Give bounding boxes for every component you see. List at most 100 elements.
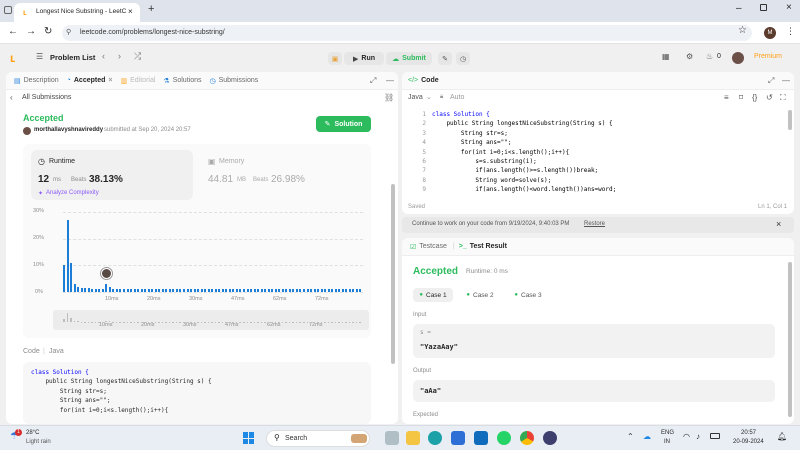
back-chevron-icon[interactable]: ‹ bbox=[10, 93, 13, 102]
runtime-bar[interactable] bbox=[334, 289, 337, 292]
runtime-bar[interactable] bbox=[292, 289, 295, 292]
your-submission-marker[interactable] bbox=[100, 268, 112, 279]
code-editor-area[interactable]: class Solution { public String longestNi… bbox=[432, 110, 782, 195]
runtime-bar[interactable] bbox=[295, 289, 298, 292]
clock-time[interactable]: 20:57 bbox=[741, 430, 756, 436]
forward-arrow-icon[interactable]: → bbox=[26, 26, 36, 37]
minimize-editor-icon[interactable]: — bbox=[782, 76, 790, 85]
runtime-bar[interactable] bbox=[98, 289, 101, 292]
runtime-bar[interactable] bbox=[207, 289, 210, 292]
runtime-bar[interactable] bbox=[281, 289, 284, 292]
mode-label[interactable]: Auto bbox=[450, 94, 464, 101]
runtime-bar[interactable] bbox=[179, 289, 182, 292]
runtime-bar[interactable] bbox=[165, 289, 168, 292]
runtime-bar[interactable] bbox=[144, 289, 147, 292]
minimize-icon[interactable]: – bbox=[736, 3, 742, 14]
timer-button[interactable]: ◷ bbox=[456, 52, 470, 65]
chrome-icon[interactable] bbox=[520, 431, 534, 445]
runtime-bar[interactable] bbox=[161, 289, 164, 292]
file-explorer-icon[interactable] bbox=[406, 431, 420, 445]
reset-icon[interactable]: ↺ bbox=[766, 93, 773, 102]
runtime-bar[interactable] bbox=[257, 289, 260, 292]
bookmark-icon[interactable]: ⌑ bbox=[739, 93, 743, 102]
runtime-bar[interactable] bbox=[285, 289, 288, 292]
tab-submissions[interactable]: ◷ Submissions bbox=[209, 77, 258, 85]
runtime-bar[interactable] bbox=[147, 289, 150, 292]
left-scrollbar[interactable] bbox=[391, 184, 395, 364]
runtime-bar[interactable] bbox=[84, 288, 87, 292]
runtime-bar[interactable] bbox=[87, 288, 90, 292]
all-submissions-link[interactable]: All Submissions bbox=[22, 94, 71, 101]
run-button[interactable]: ▶ Run bbox=[344, 52, 384, 65]
runtime-bar[interactable] bbox=[306, 289, 309, 292]
notification-center-icon[interactable]: 🔔︎ bbox=[777, 432, 787, 441]
runtime-bar[interactable] bbox=[250, 289, 253, 292]
layout-icon[interactable]: ▦ bbox=[662, 52, 670, 61]
edge-browser-icon[interactable] bbox=[428, 431, 442, 445]
runtime-bar[interactable] bbox=[235, 289, 238, 292]
case-tab-3[interactable]: ● Case 3 bbox=[508, 288, 548, 302]
runtime-bar[interactable] bbox=[359, 289, 362, 292]
taskbar-search[interactable]: ⚲ Search bbox=[266, 430, 370, 447]
runtime-bar[interactable] bbox=[331, 289, 334, 292]
app-icon[interactable] bbox=[543, 431, 557, 445]
windows-start-icon[interactable] bbox=[243, 432, 255, 444]
runtime-bar[interactable] bbox=[324, 289, 327, 292]
runtime-bar[interactable] bbox=[77, 286, 80, 292]
runtime-bar[interactable] bbox=[151, 289, 154, 292]
result-scrollbar[interactable] bbox=[788, 262, 792, 417]
mail-icon[interactable] bbox=[474, 431, 488, 445]
analyze-complexity-link[interactable]: Analyze Complexity bbox=[46, 190, 99, 196]
runtime-bar[interactable] bbox=[214, 289, 217, 292]
bookmark-star-icon[interactable]: ☆ bbox=[738, 25, 747, 36]
reload-icon[interactable]: ↻ bbox=[44, 26, 52, 37]
taskview-icon[interactable] bbox=[385, 431, 399, 445]
runtime-bar[interactable] bbox=[158, 289, 161, 292]
runtime-bar[interactable] bbox=[168, 289, 171, 292]
runtime-bar[interactable] bbox=[264, 289, 267, 292]
runtime-bar[interactable] bbox=[243, 289, 245, 292]
language-select[interactable]: Java bbox=[408, 94, 423, 101]
next-problem-icon[interactable]: › bbox=[118, 51, 121, 61]
memory-box[interactable]: ▣ Memory 44.81 MB Beats 26.98% bbox=[201, 150, 363, 200]
runtime-bar[interactable] bbox=[154, 289, 157, 292]
format-icon[interactable]: ≡ bbox=[724, 93, 729, 102]
runtime-bar[interactable] bbox=[341, 289, 344, 292]
battery-icon[interactable] bbox=[710, 433, 720, 439]
runtime-bar[interactable] bbox=[288, 289, 291, 292]
bar-area[interactable] bbox=[63, 212, 363, 293]
runtime-bar[interactable] bbox=[137, 289, 140, 292]
leetcode-logo-icon[interactable]: ʟ bbox=[10, 51, 15, 65]
runtime-bar[interactable] bbox=[200, 289, 203, 292]
whatsapp-icon[interactable] bbox=[497, 431, 511, 445]
runtime-bar[interactable] bbox=[197, 289, 200, 292]
runtime-bar[interactable] bbox=[63, 265, 65, 292]
runtime-bar[interactable] bbox=[66, 220, 69, 292]
tab-actions-icon[interactable] bbox=[4, 6, 12, 14]
runtime-bar[interactable] bbox=[271, 289, 274, 292]
runtime-bar[interactable] bbox=[232, 289, 235, 292]
runtime-bar[interactable] bbox=[303, 289, 305, 292]
user-avatar[interactable] bbox=[732, 52, 744, 64]
runtime-bar[interactable] bbox=[239, 289, 242, 292]
back-arrow-icon[interactable]: ← bbox=[8, 26, 18, 37]
runtime-bar[interactable] bbox=[140, 289, 143, 292]
runtime-bar[interactable] bbox=[355, 289, 358, 292]
runtime-bar[interactable] bbox=[105, 284, 108, 292]
runtime-bar[interactable] bbox=[317, 289, 320, 292]
runtime-bar[interactable] bbox=[338, 289, 341, 292]
runtime-bar[interactable] bbox=[175, 289, 178, 292]
site-info-icon[interactable]: ⚲ bbox=[66, 28, 71, 36]
runtime-bar[interactable] bbox=[267, 289, 270, 292]
runtime-bar[interactable] bbox=[253, 289, 256, 292]
runtime-bar[interactable] bbox=[108, 286, 111, 292]
browser-tab[interactable]: ʟ Longest Nice Substring - LeetC × bbox=[14, 3, 140, 22]
runtime-bar[interactable] bbox=[190, 289, 193, 292]
runtime-bar[interactable] bbox=[70, 262, 73, 292]
runtime-bar[interactable] bbox=[101, 289, 104, 292]
runtime-box[interactable]: ◷ Runtime 12 ms Beats 38.13% ✦ Analyze C… bbox=[31, 150, 193, 200]
close-tab-small-icon[interactable]: × bbox=[108, 77, 112, 84]
tray-chevron-icon[interactable]: ⌃ bbox=[627, 432, 634, 441]
profile-avatar[interactable]: M bbox=[764, 27, 776, 39]
expand-editor-icon[interactable]: ⤢ bbox=[768, 76, 774, 86]
